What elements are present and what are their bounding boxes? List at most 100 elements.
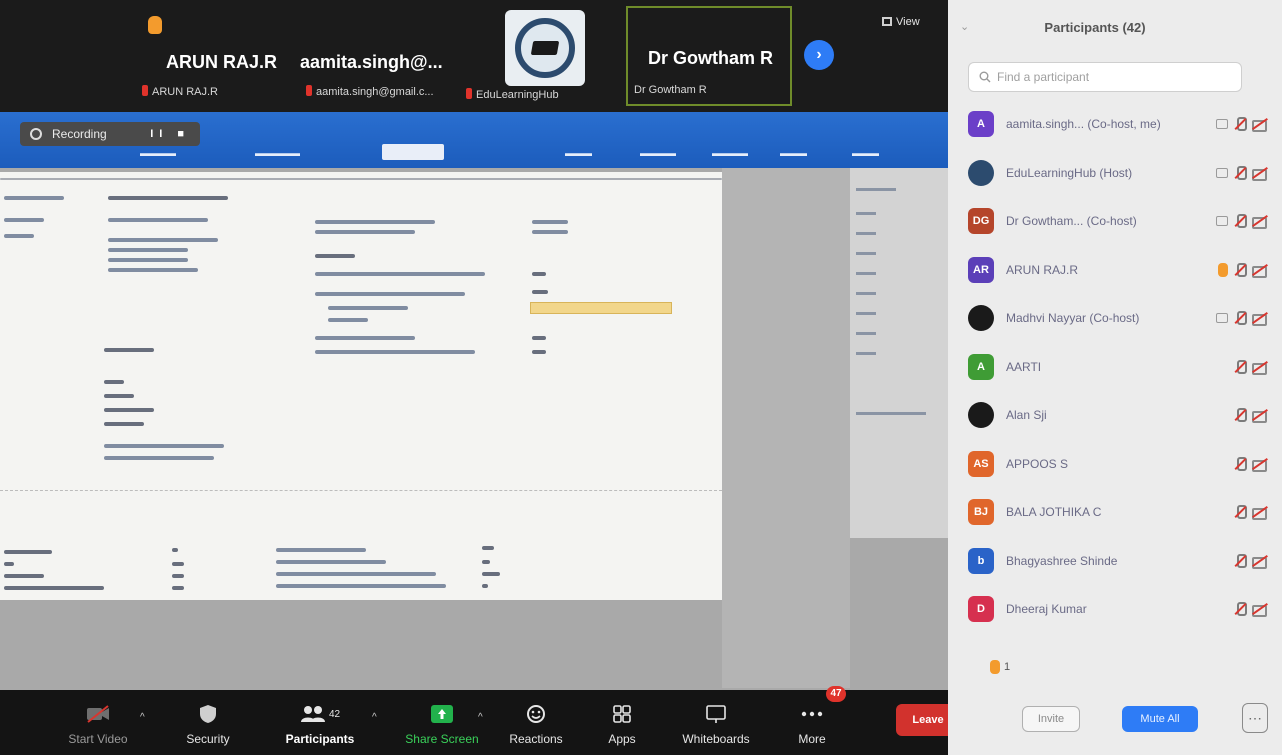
whiteboard-icon: [704, 704, 728, 724]
recording-icon: [30, 128, 42, 140]
participant-name: Dheeraj Kumar: [1006, 602, 1087, 616]
more-button[interactable]: More: [770, 696, 854, 752]
video-tile-aamita[interactable]: aamita.singh@... aamita.singh@gmail.c...: [296, 6, 466, 106]
participant-row[interactable]: EduLearningHub (Host): [968, 153, 1274, 193]
mic-muted-icon: [1234, 214, 1247, 228]
apps-button[interactable]: Apps: [580, 696, 664, 752]
raised-hands-summary: 1: [990, 660, 1010, 674]
participant-row[interactable]: BJ BALA JOTHIKA C: [968, 492, 1274, 532]
raised-hands-count: 1: [1004, 661, 1011, 673]
start-video-button[interactable]: Start Video: [56, 696, 140, 752]
participant-row[interactable]: D Dheeraj Kumar: [968, 589, 1274, 629]
raised-hand-icon: [990, 660, 1000, 674]
shared-document-page: [0, 172, 722, 600]
more-notification-badge: 47: [826, 686, 846, 702]
invite-button[interactable]: Invite: [1022, 706, 1080, 732]
avatar-initials: D: [977, 603, 985, 615]
security-label: Security: [186, 732, 230, 746]
next-page-arrow-icon[interactable]: ›: [804, 40, 834, 70]
view-button[interactable]: View: [882, 16, 920, 28]
participant-status-icons: [1234, 408, 1274, 423]
avatar-initials: AS: [973, 457, 989, 470]
closed-caption-icon: [1216, 216, 1228, 226]
reactions-icon: [524, 704, 548, 724]
search-icon: [979, 71, 991, 83]
video-tile-arun[interactable]: ARUN RAJ.R ARUN RAJ.R: [130, 6, 280, 106]
start-video-label: Start Video: [68, 732, 128, 746]
share-screen-button[interactable]: Share Screen: [400, 696, 484, 752]
participants-panel: ⌄ Participants (42) Aaamita.singh... (Co…: [948, 0, 1282, 755]
video-off-icon: [1252, 118, 1268, 132]
video-options-caret[interactable]: ^: [140, 712, 145, 723]
video-tile-gowtham[interactable]: Dr Gowtham R Dr Gowtham R: [626, 6, 792, 106]
share-screen-label: Share Screen: [405, 732, 479, 746]
whiteboards-button[interactable]: Whiteboards: [674, 696, 758, 752]
participant-row[interactable]: AS APPOOS S: [968, 444, 1274, 484]
avatar-initials: AR: [973, 263, 989, 276]
participant-row[interactable]: b Bhagyashree Shinde: [968, 541, 1274, 581]
ribbon-tab: ▬▬▬: [565, 148, 592, 158]
participant-status-icons: [1218, 262, 1274, 278]
tile-subtitle-text: ARUN RAJ.R: [152, 86, 219, 98]
avatar: [968, 305, 994, 331]
participants-icon: 42: [297, 704, 343, 724]
avatar: D: [968, 596, 994, 622]
participants-label: Participants: [285, 732, 355, 746]
participant-row[interactable]: Alan Sji: [968, 395, 1274, 435]
tile-name: aamita.singh@...: [300, 52, 443, 72]
participant-name: Bhagyashree Shinde: [1006, 553, 1118, 568]
participant-status-icons: [1216, 117, 1274, 132]
recording-indicator[interactable]: Recording II ■: [20, 122, 200, 146]
recording-label: Recording: [52, 127, 107, 141]
mic-muted-icon: [1234, 456, 1247, 471]
participant-search-input[interactable]: [997, 70, 1227, 84]
participants-button[interactable]: 42 Participants: [278, 696, 362, 752]
participant-status-icons: [1216, 165, 1274, 181]
participant-name: EduLearningHub (Host): [1006, 165, 1133, 180]
mute-all-button[interactable]: Mute All: [1122, 706, 1198, 732]
avatar-initials: DG: [972, 215, 990, 227]
participant-row[interactable]: Madhvi Nayyar (Co-host): [968, 298, 1274, 338]
edulearninghub-logo[interactable]: [505, 10, 585, 86]
whiteboards-label: Whiteboards: [682, 732, 750, 746]
tile-subtitle: aamita.singh@gmail.c...: [306, 85, 434, 98]
shared-app-ribbon: Recording II ■ ▬▬▬▬ ▬▬▬▬▬ ▬▬▬ ▬▬▬▬ ▬▬▬▬ …: [0, 112, 948, 168]
mic-muted-icon: [1234, 165, 1247, 180]
page-break: [0, 490, 722, 491]
raised-hand-icon: [148, 16, 162, 34]
closed-caption-icon: [1216, 119, 1228, 129]
security-button[interactable]: Security: [166, 696, 250, 752]
share-options-caret[interactable]: ^: [478, 712, 483, 723]
participants-panel-title: Participants (42): [1044, 20, 1146, 35]
participant-name: AARTI: [1006, 359, 1042, 374]
mic-muted-icon: [1234, 408, 1247, 422]
reactions-button[interactable]: Reactions: [494, 696, 578, 752]
more-options-button[interactable]: ⋯: [1242, 703, 1268, 733]
video-strip: ARUN RAJ.R ARUN RAJ.R aamita.singh@... a…: [0, 0, 948, 112]
video-off-icon: [1252, 361, 1268, 375]
reactions-label: Reactions: [509, 732, 563, 746]
avatar-initials: b: [977, 554, 985, 567]
participant-status-icons: [1234, 456, 1274, 472]
participant-name: Alan Sji: [1006, 408, 1047, 422]
participant-row[interactable]: Aaamita.singh... (Co-host, me): [968, 104, 1274, 144]
shared-side-panel: [850, 168, 948, 538]
avatar: A: [968, 353, 994, 380]
participants-count: 42: [328, 708, 341, 720]
video-off-icon: [1252, 506, 1268, 520]
participants-options-caret[interactable]: ^: [372, 712, 377, 723]
participant-row[interactable]: DG Dr Gowtham... (Co-host): [968, 201, 1274, 241]
participant-name: Madhvi Nayyar (Co-host): [1006, 311, 1140, 325]
shield-icon: [196, 704, 220, 724]
participant-status-icons: [1234, 505, 1274, 520]
logo-ring: [515, 18, 575, 78]
recording-controls[interactable]: II ■: [150, 128, 190, 140]
apps-icon: [610, 704, 634, 724]
apps-label: Apps: [608, 732, 636, 746]
participant-status-icons: [1234, 359, 1274, 375]
participant-name: ARUN RAJ.R: [1006, 262, 1079, 277]
participant-row[interactable]: AR ARUN RAJ.R: [968, 250, 1274, 290]
participant-row[interactable]: A AARTI: [968, 347, 1274, 387]
closed-caption-icon: [1216, 167, 1228, 178]
view-label: View: [896, 16, 920, 28]
